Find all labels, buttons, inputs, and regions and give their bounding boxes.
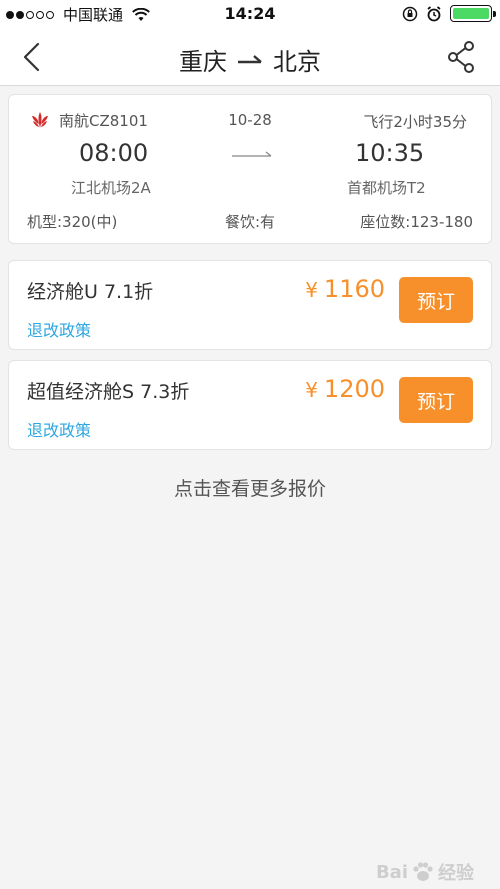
fare-class-name: 经济舱U 7.1折: [27, 281, 154, 303]
fare-option: 超值经济舱S 7.3折 ¥1200 预订 退改政策: [8, 360, 492, 450]
flight-duration: 飞行2小时35分: [363, 113, 467, 131]
share-icon[interactable]: [446, 40, 476, 74]
fare-option: 经济舱U 7.1折 ¥1160 预订 退改政策: [8, 260, 492, 350]
battery-icon: [450, 5, 496, 22]
refund-policy-link[interactable]: 退改政策: [27, 417, 91, 441]
departure-time: 08:00: [79, 139, 149, 167]
fare-price: ¥1200: [305, 375, 385, 403]
lock-rotation-icon: [402, 6, 418, 21]
currency-symbol: ¥: [305, 278, 318, 302]
arrival-time: 10:35: [355, 139, 425, 167]
book-button[interactable]: 预订: [399, 277, 473, 323]
watermark: Bai 经验: [376, 859, 474, 885]
flight-info-card: 南航CZ8101 10-28 飞行2小时35分 08:00 10:35 江北机场…: [8, 94, 492, 244]
alarm-icon: [427, 5, 441, 21]
departure-airport: 江北机场2A: [71, 179, 151, 197]
origin-city: 重庆: [179, 48, 227, 76]
seat-count: 座位数:123-180: [360, 213, 473, 231]
status-right: [402, 5, 496, 22]
route-arrow-icon: [238, 54, 262, 63]
refund-policy-link[interactable]: 退改政策: [27, 317, 91, 341]
currency-symbol: ¥: [305, 378, 318, 402]
watermark-right: 经验: [438, 863, 474, 884]
book-button[interactable]: 预订: [399, 377, 473, 423]
arrival-airport: 首都机场T2: [347, 179, 426, 197]
fare-price-value: 1160: [323, 275, 385, 303]
fare-price: ¥1160: [305, 275, 385, 303]
route-line-icon: [232, 151, 272, 157]
nav-bar: 重庆 北京: [0, 28, 500, 86]
more-quotes-link[interactable]: 点击查看更多报价: [0, 474, 500, 501]
fare-price-value: 1200: [323, 375, 385, 403]
paw-icon: [413, 862, 433, 881]
watermark-left: Bai: [375, 861, 408, 883]
destination-city: 北京: [273, 48, 321, 76]
status-bar: 中国联通 14:24: [0, 0, 500, 28]
page-title: 重庆 北京: [0, 42, 500, 77]
fare-class-name: 超值经济舱S 7.3折: [27, 381, 190, 403]
